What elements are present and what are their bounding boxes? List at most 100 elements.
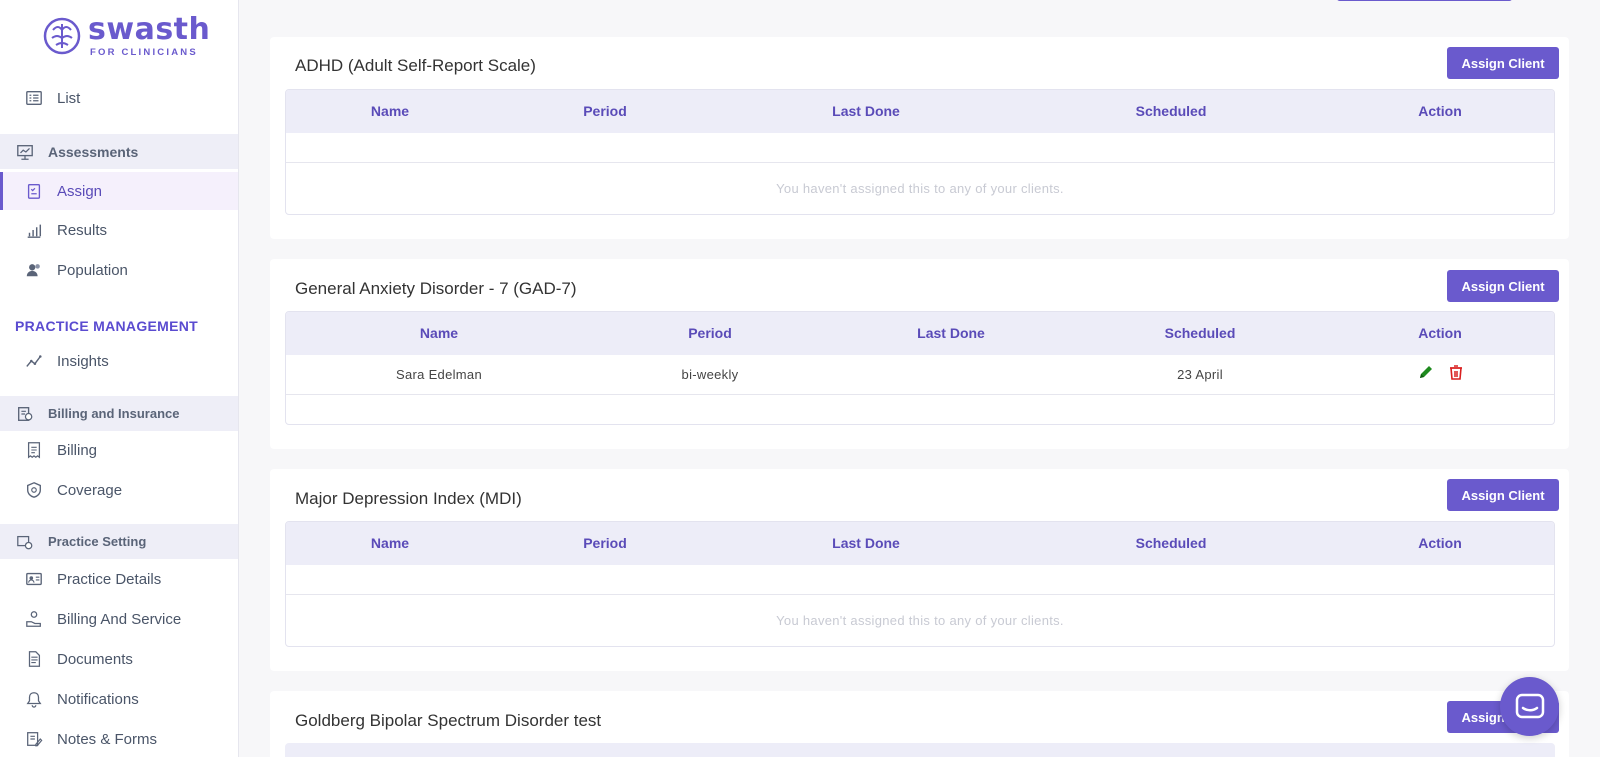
column-header-scheduled[interactable]: Scheduled <box>1136 103 1207 119</box>
logo[interactable]: swasth FOR CLINICIANS <box>42 12 210 60</box>
sidebar-item-notes-forms[interactable]: Notes & Forms <box>0 720 238 757</box>
bar-chart-icon <box>24 220 44 240</box>
sidebar-section-assessments: Assessments <box>0 134 238 169</box>
empty-state: You haven't assigned this to any of your… <box>286 595 1554 646</box>
cell-client-name: Sara Edelman <box>396 367 482 382</box>
assessment-title: ADHD (Adult Self-Report Scale) <box>295 56 536 75</box>
sidebar-heading-practice-management: PRACTICE MANAGEMENT <box>15 318 199 334</box>
column-header-name[interactable]: Name <box>420 325 458 341</box>
assessment-title: General Anxiety Disorder - 7 (GAD-7) <box>295 279 577 298</box>
sidebar-item-coverage[interactable]: Coverage <box>0 471 238 509</box>
assign-client-button[interactable]: Assign Client <box>1447 479 1559 511</box>
sidebar-item-label: Practice Details <box>57 570 162 588</box>
clipboard-icon <box>24 181 44 201</box>
column-header-period[interactable]: Period <box>583 103 627 119</box>
column-header-last-done[interactable]: Last Done <box>832 535 900 551</box>
sidebar-item-assign[interactable]: Assign <box>0 172 238 210</box>
sidebar-item-label: Billing <box>57 441 98 459</box>
settings-icon <box>15 532 35 552</box>
chat-icon <box>1515 693 1544 718</box>
sidebar-section-label: Billing and Insurance <box>48 406 180 421</box>
table-footer-space <box>286 395 1554 424</box>
sidebar-item-label: Notes & Forms <box>57 730 158 748</box>
id-card-icon <box>24 569 44 589</box>
sidebar-item-billing[interactable]: Billing <box>0 431 238 469</box>
column-header-scheduled[interactable]: Scheduled <box>1165 325 1236 341</box>
sidebar-item-label: Insights <box>57 352 109 370</box>
table-header: Name Period Last Done Scheduled Action <box>286 312 1554 355</box>
sidebar-item-label: Coverage <box>57 481 123 499</box>
cell-period: bi-weekly <box>681 367 739 382</box>
sidebar-item-label: Assign <box>57 182 103 200</box>
assessment-card: Goldberg Bipolar Spectrum Disorder test … <box>270 691 1569 757</box>
assessment-title: Major Depression Index (MDI) <box>295 489 522 508</box>
assignments-table: Name Period Last Done Scheduled Action S… <box>285 311 1555 425</box>
invoice-icon <box>15 404 35 424</box>
sidebar-section-label: Practice Setting <box>48 534 147 549</box>
shield-icon <box>24 480 44 500</box>
sidebar-item-label: Results <box>57 221 108 239</box>
sidebar-item-label: Population <box>57 261 128 279</box>
sidebar-item-label: Billing And Service <box>57 610 182 628</box>
column-header-period[interactable]: Period <box>688 325 732 341</box>
users-icon <box>24 260 44 280</box>
presentation-icon <box>15 142 35 162</box>
hand-coin-icon <box>24 609 44 629</box>
assessment-card: Major Depression Index (MDI) Assign Clie… <box>270 469 1569 671</box>
column-header-name[interactable]: Name <box>371 535 409 551</box>
table-row-empty <box>286 133 1554 163</box>
empty-message: You haven't assigned this to any of your… <box>776 613 1064 628</box>
cell-scheduled: 23 April <box>1177 367 1223 382</box>
sidebar-section-practice-setting: Practice Setting <box>0 524 238 559</box>
edit-pencil-icon[interactable] <box>1417 363 1435 381</box>
sidebar-item-population[interactable]: Population <box>0 251 238 289</box>
table-row: Sara Edelman bi-weekly 23 April <box>286 355 1554 395</box>
sidebar-item-results[interactable]: Results <box>0 211 238 249</box>
line-chart-icon <box>24 351 44 371</box>
sidebar-item-notifications[interactable]: Notifications <box>0 680 238 718</box>
assignments-table: Name Period Last Done Scheduled Action Y… <box>285 89 1555 215</box>
column-header-action: Action <box>1418 103 1462 119</box>
sidebar-section-billing-insurance: Billing and Insurance <box>0 396 238 431</box>
sidebar-item-billing-service[interactable]: Billing And Service <box>0 600 238 638</box>
sidebar-item-label: List <box>57 89 81 107</box>
notes-edit-icon <box>24 729 44 749</box>
sidebar-item-list[interactable]: List <box>0 79 238 117</box>
assign-client-button[interactable]: Assign Client <box>1447 270 1559 302</box>
bell-icon <box>24 689 44 709</box>
assessment-title: Goldberg Bipolar Spectrum Disorder test <box>295 711 602 730</box>
assignments-table: Name Period Last Done Scheduled Action Y… <box>285 521 1555 647</box>
table-header: Name Period Last Done Scheduled Action <box>286 522 1554 565</box>
sidebar-section-label: Assessments <box>48 143 139 160</box>
assign-client-button[interactable]: Assign Client <box>1447 47 1559 79</box>
sidebar-item-practice-details[interactable]: Practice Details <box>0 560 238 598</box>
sidebar-item-label: Notifications <box>57 690 139 708</box>
column-header-name[interactable]: Name <box>371 103 409 119</box>
column-header-action: Action <box>1418 535 1462 551</box>
brain-logo-icon <box>43 17 81 55</box>
assignments-table <box>285 743 1555 757</box>
brand-tagline: FOR CLINICIANS <box>90 47 198 58</box>
column-header-last-done[interactable]: Last Done <box>917 325 985 341</box>
column-header-action: Action <box>1418 325 1462 341</box>
chat-launcher-button[interactable] <box>1500 677 1559 736</box>
empty-state: You haven't assigned this to any of your… <box>286 163 1554 214</box>
table-header: Name Period Last Done Scheduled Action <box>286 90 1554 133</box>
sidebar: swasth FOR CLINICIANS List Assessments A… <box>0 0 239 757</box>
assessment-card: ADHD (Adult Self-Report Scale) Assign Cl… <box>270 37 1569 239</box>
receipt-icon <box>24 440 44 460</box>
assessment-card: General Anxiety Disorder - 7 (GAD-7) Ass… <box>270 259 1569 449</box>
table-row-empty <box>286 565 1554 595</box>
row-actions <box>1417 363 1465 381</box>
sidebar-item-label: Documents <box>57 650 133 668</box>
sidebar-item-documents[interactable]: Documents <box>0 640 238 678</box>
top-action-button[interactable] <box>1337 0 1512 1</box>
column-header-scheduled[interactable]: Scheduled <box>1136 535 1207 551</box>
list-icon <box>24 88 44 108</box>
document-icon <box>24 649 44 669</box>
column-header-last-done[interactable]: Last Done <box>832 103 900 119</box>
empty-message: You haven't assigned this to any of your… <box>776 181 1064 196</box>
sidebar-item-insights[interactable]: Insights <box>0 342 238 380</box>
delete-trash-icon[interactable] <box>1447 363 1465 381</box>
column-header-period[interactable]: Period <box>583 535 627 551</box>
